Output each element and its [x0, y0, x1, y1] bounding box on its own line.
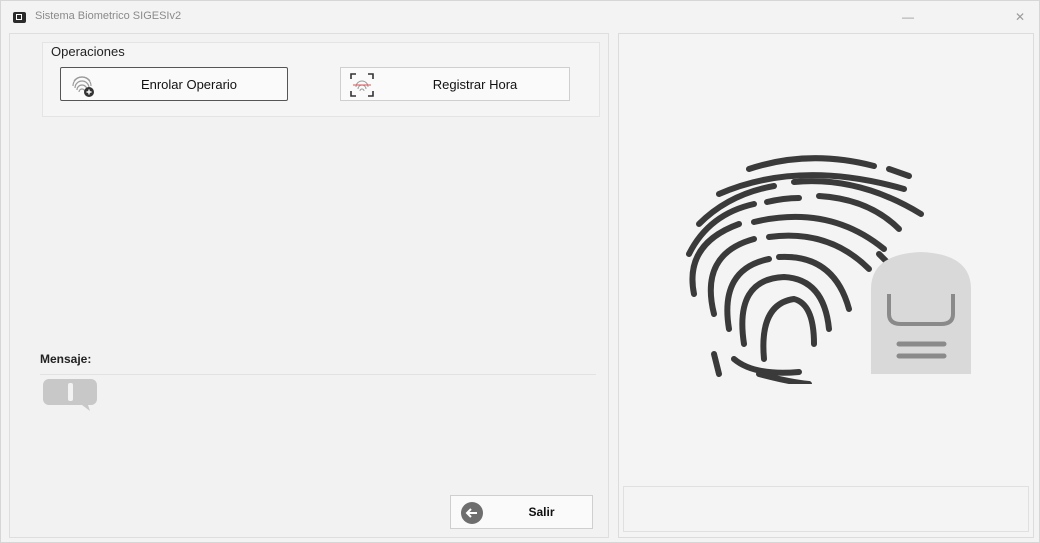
- right-panel: [618, 33, 1034, 538]
- minimize-button[interactable]: —: [897, 9, 919, 25]
- enrolar-operario-button[interactable]: Enrolar Operario: [60, 67, 288, 101]
- message-area: [40, 374, 596, 421]
- message-label: Mensaje:: [40, 352, 92, 366]
- enrolar-operario-label: Enrolar Operario: [140, 77, 238, 92]
- exit-arrow-icon: [461, 502, 483, 524]
- registrar-hora-label: Registrar Hora: [432, 77, 518, 92]
- fingerprint-finger-illustration: [686, 155, 971, 384]
- salir-label: Salir: [528, 505, 555, 519]
- app-icon: [13, 12, 26, 23]
- fingerprint-scan-icon: [350, 73, 374, 97]
- window-title: Sistema Biometrico SIGESIv2: [35, 10, 182, 22]
- left-panel: Operaciones Enrolar Operario Registrar H…: [9, 33, 609, 538]
- salir-button[interactable]: Salir: [450, 495, 593, 529]
- title-bar[interactable]: Sistema Biometrico SIGESIv2 — ✕: [1, 1, 1040, 31]
- close-button[interactable]: ✕: [1009, 9, 1031, 25]
- app-window: Sistema Biometrico SIGESIv2 — ✕ Operacio…: [0, 0, 1040, 543]
- status-bar: [623, 486, 1029, 532]
- registrar-hora-button[interactable]: Registrar Hora: [340, 67, 570, 101]
- operations-group-label: Operaciones: [51, 44, 125, 59]
- info-bubble-icon: [43, 379, 97, 411]
